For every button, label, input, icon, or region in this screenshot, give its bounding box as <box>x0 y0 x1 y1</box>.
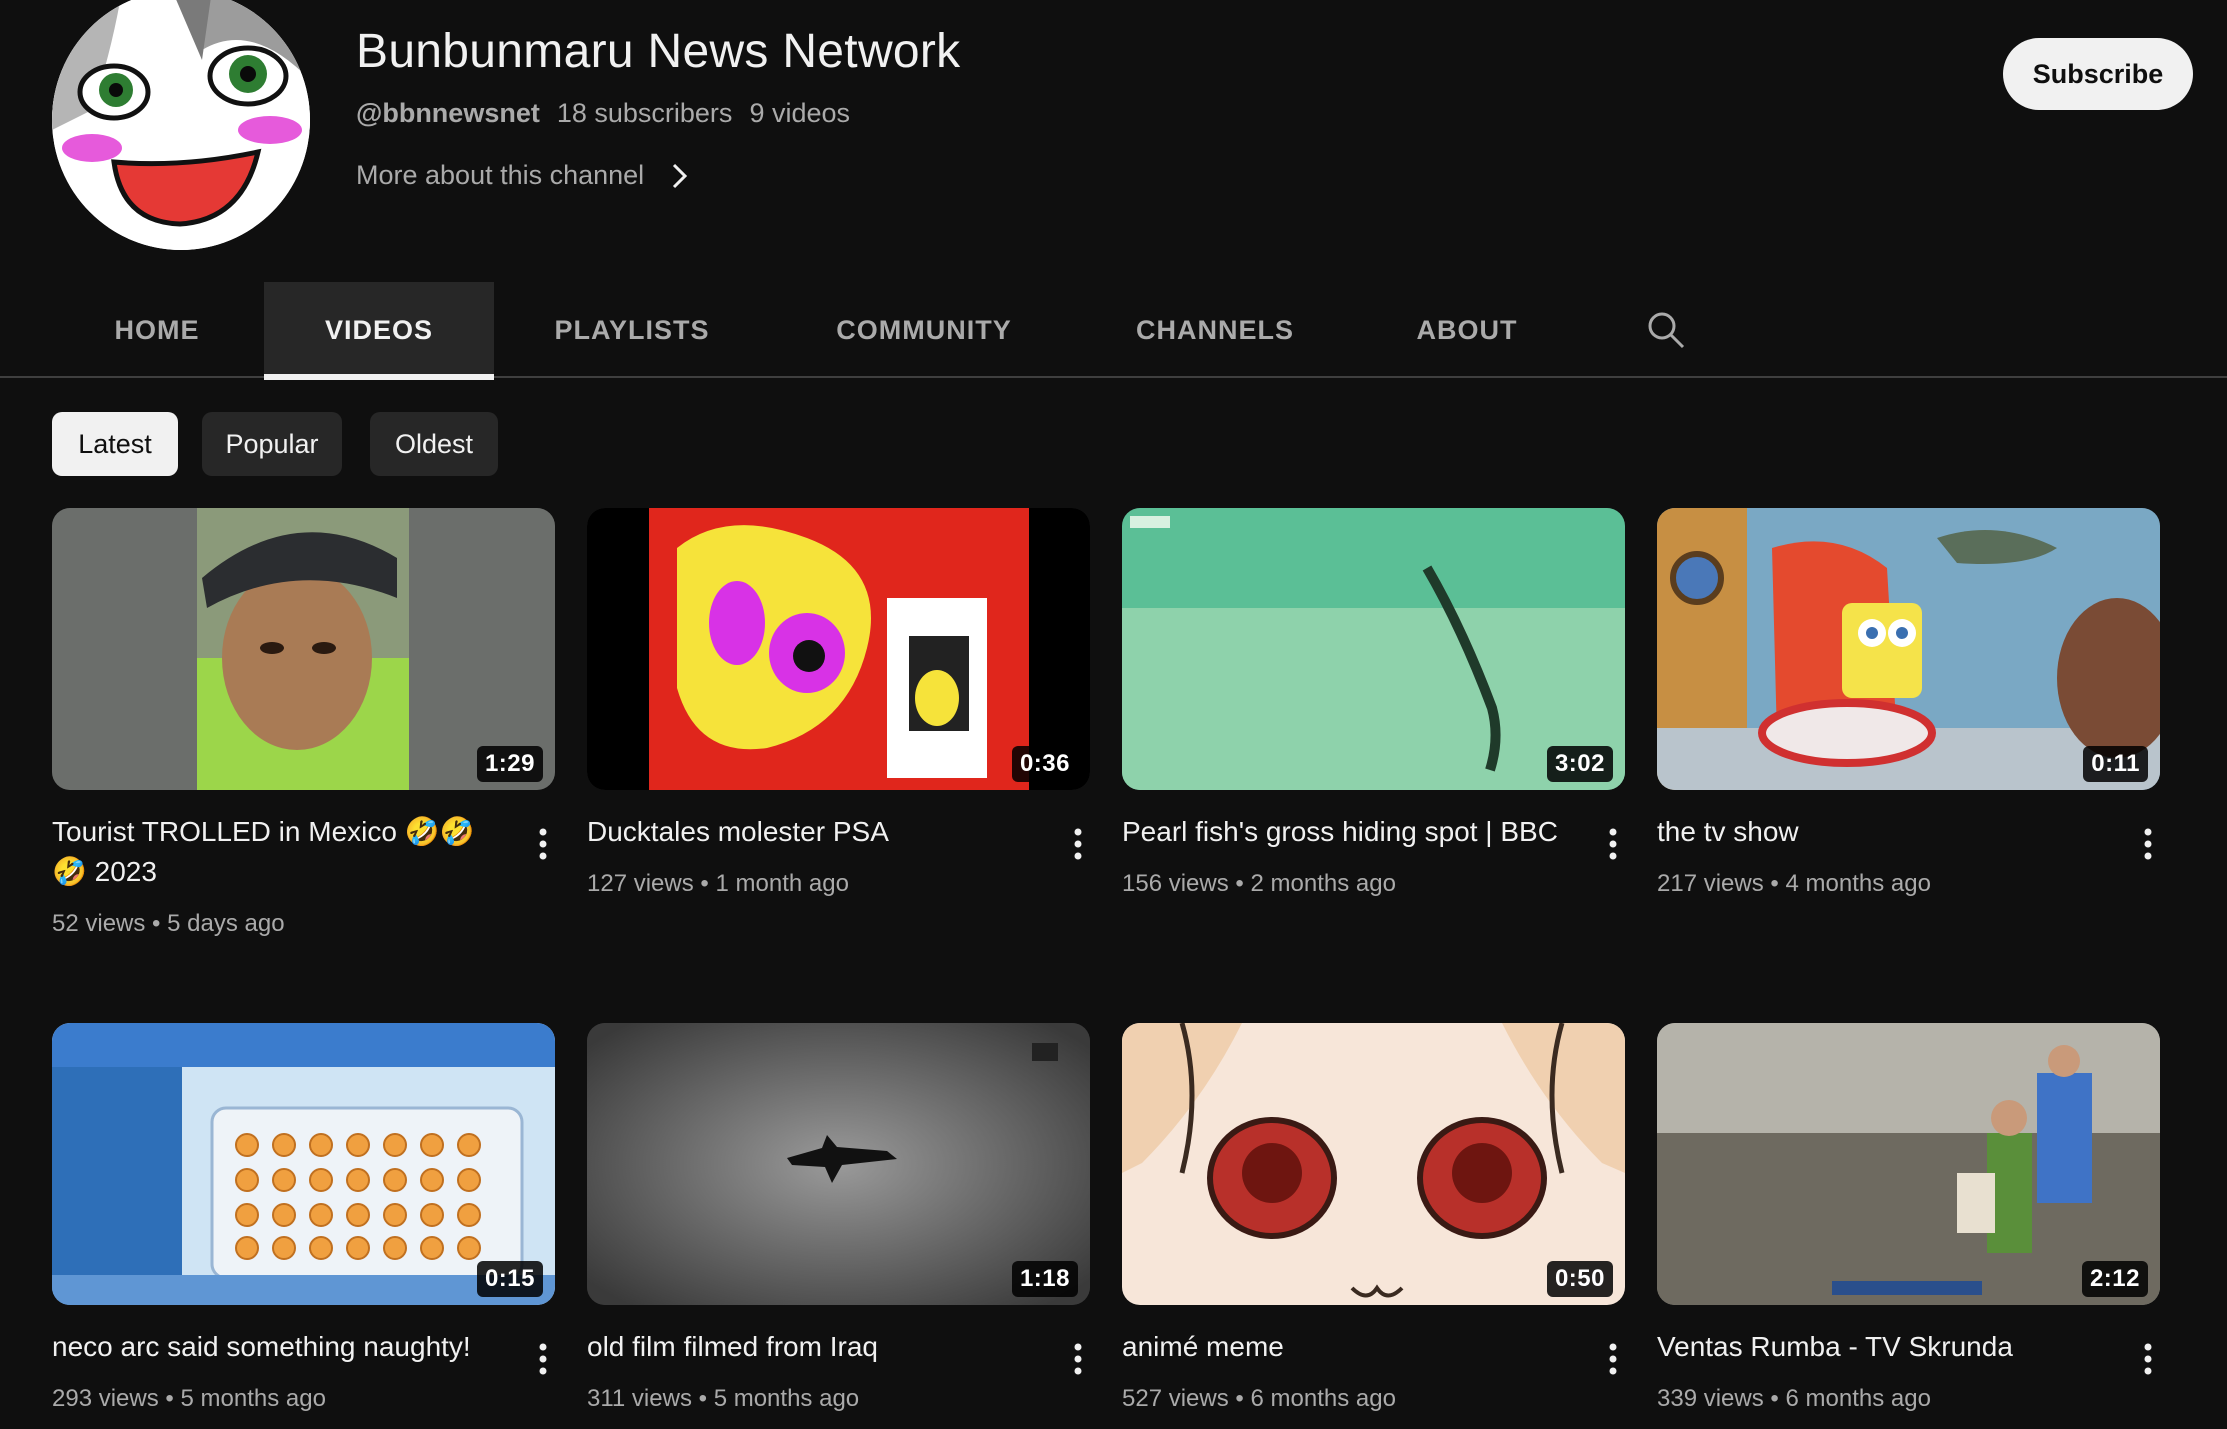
video-meta: 293 views • 5 months ago <box>52 1385 326 1413</box>
more-vertical-icon[interactable] <box>1066 824 1090 864</box>
more-vertical-icon[interactable] <box>2136 1339 2160 1379</box>
tab-videos[interactable]: VIDEOS <box>264 282 494 380</box>
video-meta: 339 views • 6 months ago <box>1657 1385 1931 1413</box>
video-title[interactable]: Pearl fish's gross hiding spot | BBC <box>1122 812 1562 852</box>
meta-separator: • <box>700 870 716 897</box>
video-age: 5 months ago <box>713 1385 860 1412</box>
video-duration: 1:18 <box>1011 1261 1078 1297</box>
video-age: 4 months ago <box>1785 870 1931 897</box>
video-thumbnail[interactable]: 0:36 <box>587 508 1090 790</box>
video-views: 217 views <box>1657 870 1764 897</box>
video-title[interactable]: animé meme <box>1122 1327 1562 1367</box>
channel-header: Bunbunmaru News Network @bbnnewsnet 18 s… <box>0 0 2227 280</box>
video-views: 293 views <box>52 1385 159 1412</box>
video-meta: 156 views • 2 months ago <box>1122 870 1396 898</box>
more-vertical-icon[interactable] <box>1601 1339 1625 1379</box>
video-age: 6 months ago <box>1250 1385 1396 1412</box>
video-card[interactable]: 0:36 Ducktales molester PSA 127 views • … <box>587 508 1090 897</box>
channel-name: Bunbunmaru News Network <box>356 25 961 78</box>
video-title[interactable]: Ducktales molester PSA <box>587 812 1027 852</box>
video-title[interactable]: Tourist TROLLED in Mexico 🤣🤣🤣 2023 <box>52 812 492 892</box>
video-title[interactable]: neco arc said something naughty! <box>52 1327 492 1367</box>
meta-separator: • <box>165 1385 181 1412</box>
meta-separator: • <box>1770 1385 1786 1412</box>
video-card[interactable]: 3:02 Pearl fish's gross hiding spot | BB… <box>1122 508 1625 897</box>
video-title[interactable]: the tv show <box>1657 812 2097 852</box>
meta-separator: • <box>698 1385 714 1412</box>
video-meta: 527 views • 6 months ago <box>1122 1385 1396 1413</box>
channel-tabs: HOME VIDEOS PLAYLISTS COMMUNITY CHANNELS… <box>0 282 2227 380</box>
tab-about[interactable]: ABOUT <box>1404 282 1530 378</box>
more-vertical-icon[interactable] <box>1601 824 1625 864</box>
video-age: 1 month ago <box>715 870 849 897</box>
video-thumbnail[interactable]: 0:50 <box>1122 1023 1625 1305</box>
more-about-link[interactable]: More about this channel <box>356 160 692 191</box>
video-views: 311 views <box>587 1385 692 1412</box>
chip-latest[interactable]: Latest <box>52 412 178 476</box>
tab-channels[interactable]: CHANNELS <box>1120 282 1310 378</box>
video-meta: 52 views • 5 days ago <box>52 910 285 938</box>
video-duration: 0:15 <box>476 1261 543 1297</box>
tab-community[interactable]: COMMUNITY <box>814 282 1034 378</box>
video-thumbnail[interactable]: 1:18 <box>587 1023 1090 1305</box>
subscribe-button[interactable]: Subscribe <box>2003 38 2193 110</box>
video-thumbnail[interactable]: 0:15 <box>52 1023 555 1305</box>
meta-separator: • <box>1235 1385 1251 1412</box>
video-duration: 0:50 <box>1546 1261 1613 1297</box>
more-vertical-icon[interactable] <box>531 824 555 864</box>
more-about-label: More about this channel <box>356 160 645 190</box>
channel-handle: @bbnnewsnet <box>356 98 540 128</box>
chip-oldest[interactable]: Oldest <box>370 412 498 476</box>
video-age: 5 months ago <box>180 1385 326 1412</box>
video-duration: 2:12 <box>2081 1261 2148 1297</box>
video-thumbnail[interactable]: 0:11 <box>1657 508 2160 790</box>
search-icon[interactable] <box>1646 310 1686 350</box>
video-title[interactable]: Ventas Rumba - TV Skrunda <box>1657 1327 2097 1367</box>
video-age: 5 days ago <box>167 910 285 937</box>
meta-separator: • <box>1235 870 1251 897</box>
chevron-right-icon <box>673 163 688 188</box>
meta-separator: • <box>152 910 168 937</box>
video-thumbnail[interactable]: 3:02 <box>1122 508 1625 790</box>
video-count: 9 videos <box>749 98 851 128</box>
video-card[interactable]: 1:18 old film filmed from Iraq 311 views… <box>587 1023 1090 1412</box>
video-meta: 127 views • 1 month ago <box>587 870 849 898</box>
more-vertical-icon[interactable] <box>1066 1339 1090 1379</box>
video-views: 339 views <box>1657 1385 1764 1412</box>
video-thumbnail[interactable]: 2:12 <box>1657 1023 2160 1305</box>
video-title[interactable]: old film filmed from Iraq <box>587 1327 1027 1367</box>
video-card[interactable]: 0:15 neco arc said something naughty! 29… <box>52 1023 555 1412</box>
video-views: 52 views <box>52 910 146 937</box>
video-meta: 311 views • 5 months ago <box>587 1385 859 1413</box>
tab-home[interactable]: HOME <box>72 282 242 378</box>
more-vertical-icon[interactable] <box>2136 824 2160 864</box>
video-card[interactable]: 0:50 animé meme 527 views • 6 months ago <box>1122 1023 1625 1412</box>
video-duration: 3:02 <box>1546 746 1613 782</box>
video-duration: 0:11 <box>2083 746 2148 782</box>
more-vertical-icon[interactable] <box>531 1339 555 1379</box>
video-views: 527 views <box>1122 1385 1229 1412</box>
video-duration: 1:29 <box>476 746 543 782</box>
channel-avatar[interactable] <box>52 0 310 250</box>
video-views: 127 views <box>587 870 694 897</box>
video-card[interactable]: 0:11 the tv show 217 views • 4 months ag… <box>1657 508 2160 897</box>
video-card[interactable]: 1:29 Tourist TROLLED in Mexico 🤣🤣🤣 2023 … <box>52 508 555 937</box>
video-thumbnail[interactable]: 1:29 <box>52 508 555 790</box>
subscriber-count: 18 subscribers <box>556 98 733 128</box>
chip-popular[interactable]: Popular <box>202 412 342 476</box>
meta-separator: • <box>1770 870 1786 897</box>
video-card[interactable]: 2:12 Ventas Rumba - TV Skrunda 339 views… <box>1657 1023 2160 1412</box>
video-meta: 217 views • 4 months ago <box>1657 870 1931 898</box>
video-age: 2 months ago <box>1250 870 1396 897</box>
tab-playlists[interactable]: PLAYLISTS <box>530 282 734 378</box>
video-views: 156 views <box>1122 870 1229 897</box>
video-age: 6 months ago <box>1785 1385 1931 1412</box>
video-duration: 0:36 <box>1011 746 1078 782</box>
avatar-face-image <box>52 0 310 250</box>
channel-meta: @bbnnewsnet 18 subscribers 9 videos <box>356 98 850 129</box>
